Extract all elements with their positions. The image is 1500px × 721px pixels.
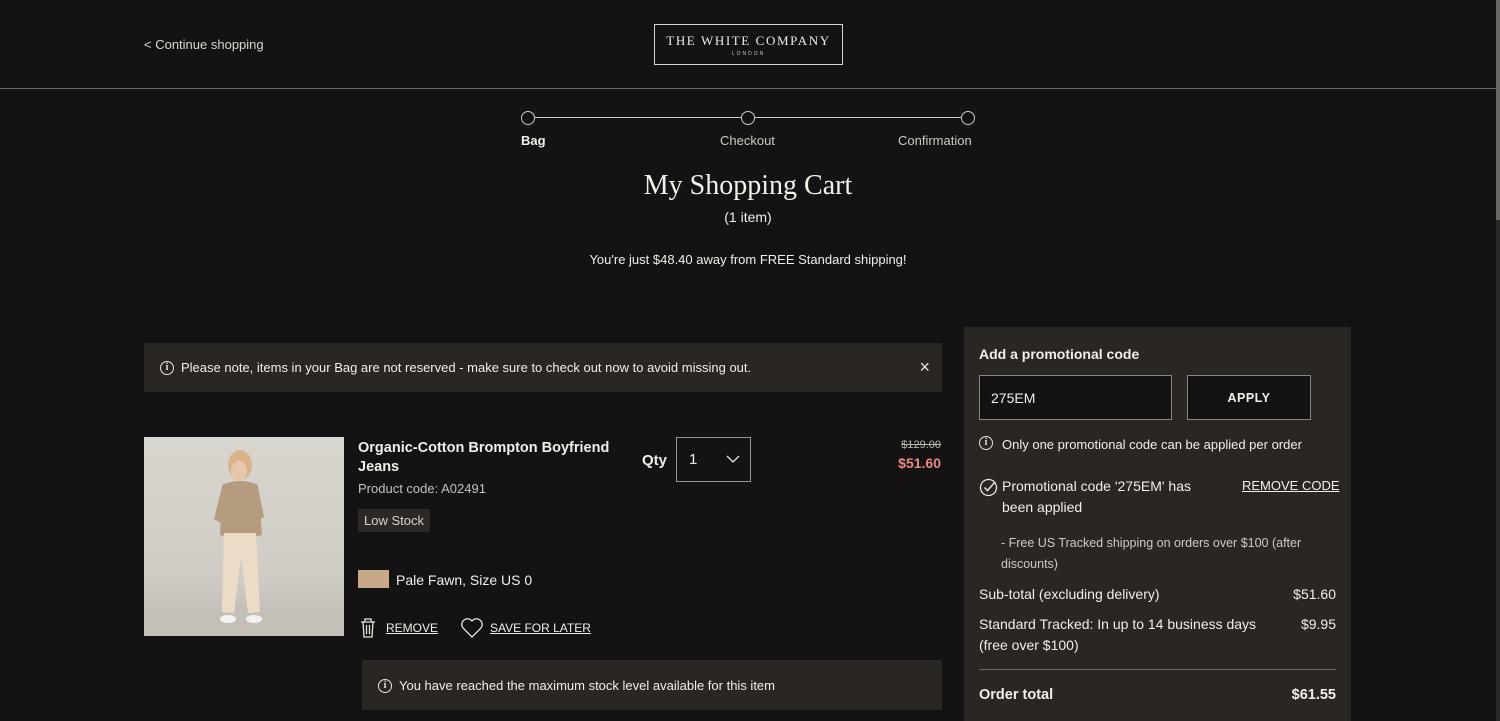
order-summary-panel: Add a promotional code APPLY i Only one … (964, 327, 1351, 721)
subtotal-label: Sub-total (excluding delivery) (979, 586, 1160, 602)
brand-logo[interactable]: THE WHITE COMPANY LONDON (654, 24, 843, 65)
heart-icon (461, 618, 483, 638)
save-for-later-button[interactable]: SAVE FOR LATER (460, 617, 591, 639)
step-dot-confirmation (961, 111, 975, 125)
max-stock-message: i You have reached the maximum stock lev… (362, 660, 942, 710)
order-total-value: $61.55 (1291, 687, 1336, 703)
info-icon: i (378, 679, 392, 693)
bag-not-reserved-notice: i Please note, items in your Bag are not… (144, 343, 942, 392)
stepper-line (535, 117, 741, 118)
shipping-label: Standard Tracked: In up to 14 business d… (979, 616, 1257, 653)
step-label-checkout: Checkout (720, 133, 775, 148)
check-circle-icon (979, 478, 998, 497)
promo-applied-text: Promotional code '275EM' has been applie… (1002, 478, 1192, 515)
site-header: < Continue shopping THE WHITE COMPANY LO… (0, 0, 1496, 89)
product-photo-illustration (144, 450, 344, 636)
original-price: $129.00 (901, 439, 941, 451)
color-swatch (358, 570, 389, 588)
page-scrollbar[interactable] (1496, 0, 1500, 721)
shipping-row: Standard Tracked: In up to 14 business d… (979, 614, 1336, 656)
chevron-down-icon (726, 455, 740, 463)
step-label-confirmation: Confirmation (898, 133, 972, 148)
stepper-line (755, 117, 961, 118)
step-dot-checkout (741, 111, 755, 125)
product-name[interactable]: Organic-Cotton Brompton Boyfriend Jeans (358, 439, 618, 477)
free-shipping-message: You're just $48.40 away from FREE Standa… (589, 252, 907, 267)
item-count: (1 item) (724, 209, 772, 225)
quantity-value: 1 (689, 451, 698, 468)
apply-promo-button[interactable]: APPLY (1187, 375, 1311, 420)
shipping-value: $9.95 (1300, 616, 1336, 632)
promo-code-title: Add a promotional code (979, 346, 1140, 362)
remove-label: REMOVE (386, 621, 439, 635)
remove-code-link[interactable]: REMOVE CODE (1242, 478, 1340, 493)
promo-description: - Free US Tracked shipping on orders ove… (1001, 536, 1302, 571)
order-total-label: Order total (979, 687, 1054, 703)
continue-shopping-link[interactable]: < Continue shopping (144, 37, 264, 52)
info-icon: i (979, 436, 993, 450)
step-dot-bag (521, 111, 535, 125)
order-total-row: Order total $61.55 (979, 687, 1336, 703)
notice-text: Please note, items in your Bag are not r… (181, 360, 752, 375)
remove-item-button[interactable]: REMOVE (358, 617, 438, 639)
product-code: Product code: A02491 (358, 481, 486, 496)
summary-divider (979, 669, 1336, 670)
close-icon[interactable]: × (919, 357, 930, 378)
logo-wordmark: THE WHITE COMPANY (666, 33, 831, 48)
max-stock-text: You have reached the maximum stock level… (399, 678, 775, 693)
save-for-later-label: SAVE FOR LATER (490, 621, 591, 635)
step-label-bag: Bag (521, 133, 546, 148)
product-variant: Pale Fawn, Size US 0 (396, 572, 533, 588)
quantity-label: Qty (642, 452, 668, 469)
logo-subtitle: LONDON (731, 51, 766, 57)
page-title: My Shopping Cart (643, 170, 853, 201)
low-stock-badge: Low Stock (358, 509, 430, 532)
product-image[interactable] (144, 437, 344, 636)
scrollbar-thumb[interactable] (1496, 0, 1500, 220)
subtotal-row: Sub-total (excluding delivery) $51.60 (979, 586, 1336, 602)
sale-price: $51.60 (898, 455, 941, 471)
trash-icon (361, 618, 375, 638)
quantity-select[interactable]: 1 (676, 437, 751, 482)
promo-note: Only one promotional code can be applied… (1002, 437, 1302, 452)
promo-code-input[interactable] (979, 375, 1172, 420)
subtotal-value: $51.60 (1293, 586, 1336, 602)
info-icon: i (160, 361, 174, 375)
